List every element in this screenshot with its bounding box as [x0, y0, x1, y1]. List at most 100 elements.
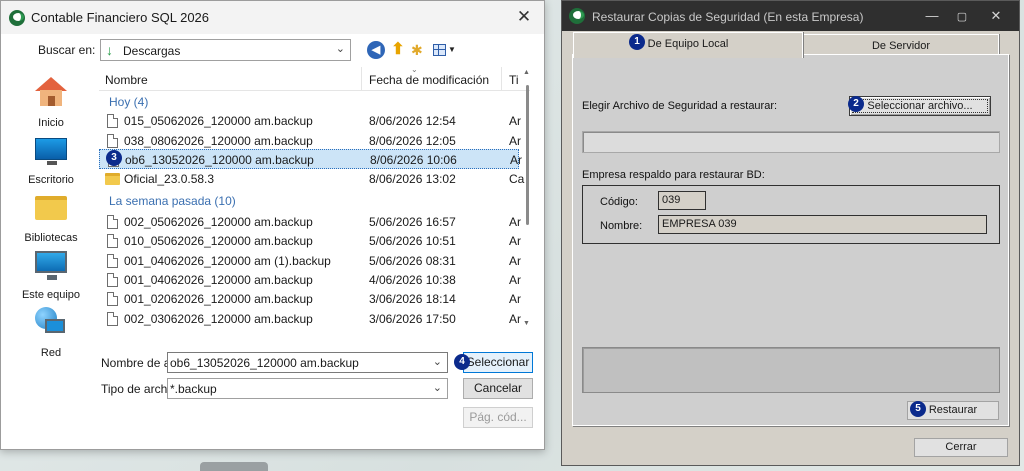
- file-date: 4/06/2026 10:38: [369, 273, 456, 287]
- file-row[interactable]: 001_02062026_120000 am.backup 3/06/2026 …: [99, 289, 521, 309]
- place-escritorio[interactable]: Escritorio: [9, 130, 93, 186]
- cancel-button[interactable]: Cancelar: [463, 378, 533, 399]
- file-date: 3/06/2026 18:14: [369, 292, 456, 306]
- close-icon[interactable]: ✕: [514, 7, 534, 27]
- step-badge-2: 2: [848, 96, 864, 112]
- file-row-selected[interactable]: ob6_13052026_120000 am.backup 8/06/2026 …: [99, 149, 522, 169]
- file-date: 8/06/2026 10:06: [370, 153, 457, 167]
- place-label: Escritorio: [28, 174, 74, 186]
- app-logo-icon: [569, 8, 585, 24]
- code-page-button[interactable]: Pág. cód...: [463, 407, 533, 428]
- view-grid-icon: [433, 44, 446, 56]
- close-icon[interactable]: ✕: [988, 8, 1004, 24]
- restore-dialog-title: Restaurar Copias de Seguridad (En esta E…: [592, 10, 864, 24]
- group-header-today[interactable]: Hoy (4): [109, 95, 148, 109]
- file-row[interactable]: 010_05062026_120000 am.backup 5/06/2026 …: [99, 231, 521, 251]
- vertical-scrollbar[interactable]: ▲ ▼: [523, 67, 531, 329]
- file-type: Ar: [509, 134, 521, 148]
- place-inicio[interactable]: Inicio: [9, 73, 93, 129]
- place-red[interactable]: Red: [9, 303, 93, 359]
- file-row[interactable]: 001_04062026_120000 am (1).backup 5/06/2…: [99, 251, 521, 271]
- select-file-button[interactable]: Seleccionar archivo...: [849, 96, 991, 116]
- filetype-label: Tipo de archivos:: [101, 382, 167, 396]
- file-type: Ar: [510, 153, 522, 167]
- file-type: Ar: [509, 254, 521, 268]
- file-row[interactable]: 002_05062026_120000 am.backup 5/06/2026 …: [99, 212, 521, 232]
- file-name: 002_03062026_120000 am.backup: [124, 312, 313, 326]
- file-name: 002_05062026_120000 am.backup: [124, 215, 313, 229]
- maximize-icon[interactable]: ▢: [954, 10, 970, 23]
- file-name: ob6_13052026_120000 am.backup: [125, 153, 314, 167]
- company-section-label: Empresa respaldo para restaurar BD:: [582, 169, 765, 181]
- new-folder-icon[interactable]: ✱: [411, 41, 429, 59]
- place-label: Red: [40, 347, 62, 359]
- look-in-value: Descargas: [123, 44, 181, 58]
- file-icon: [107, 234, 118, 248]
- restore-dialog: Restaurar Copias de Seguridad (En esta E…: [561, 0, 1020, 466]
- home-icon: [35, 77, 67, 107]
- file-date: 8/06/2026 12:05: [369, 134, 456, 148]
- column-header-date[interactable]: Fecha de modificación: [369, 73, 489, 87]
- file-open-dialog: Contable Financiero SQL 2026 ✕ Buscar en…: [0, 0, 545, 450]
- filename-value: ob6_13052026_120000 am.backup: [170, 356, 359, 370]
- code-label: Código:: [600, 196, 638, 208]
- file-type: Ar: [509, 114, 521, 128]
- file-name: 015_05062026_120000 am.backup: [124, 114, 313, 128]
- column-divider[interactable]: [361, 67, 362, 91]
- scrollbar-thumb[interactable]: [526, 85, 529, 225]
- file-date: 5/06/2026 16:57: [369, 215, 456, 229]
- scroll-down-icon[interactable]: ▼: [523, 320, 530, 327]
- file-list-header: Nombre ⌄ Fecha de modificación Ti: [99, 67, 530, 91]
- file-type: Ar: [509, 234, 521, 248]
- chevron-down-icon[interactable]: ⌄: [336, 42, 345, 55]
- up-folder-icon[interactable]: ⬆: [389, 41, 407, 59]
- chevron-down-icon[interactable]: ⌄: [433, 355, 442, 368]
- select-button[interactable]: Seleccionar: [463, 352, 533, 373]
- filename-input[interactable]: ob6_13052026_120000 am.backup ⌄: [167, 352, 448, 373]
- file-date: 5/06/2026 10:51: [369, 234, 456, 248]
- file-date: 8/06/2026 12:54: [369, 114, 456, 128]
- file-dialog-title: Contable Financiero SQL 2026: [31, 10, 210, 25]
- back-icon[interactable]: ◀: [367, 41, 385, 59]
- network-icon: [35, 307, 65, 335]
- tab-servidor[interactable]: De Servidor: [803, 34, 999, 56]
- file-date: 5/06/2026 08:31: [369, 254, 456, 268]
- look-in-combo[interactable]: ↓ Descargas ⌄: [100, 39, 351, 61]
- file-icon: [107, 254, 118, 268]
- minimize-icon[interactable]: —: [924, 8, 940, 23]
- step-badge-1: 1: [629, 34, 645, 50]
- view-menu-icon[interactable]: ▼: [433, 41, 459, 59]
- scroll-up-icon[interactable]: ▲: [523, 69, 530, 76]
- close-button[interactable]: Cerrar: [914, 438, 1008, 457]
- file-row[interactable]: 015_05062026_120000 am.backup 8/06/2026 …: [99, 111, 521, 131]
- place-label: Inicio: [38, 117, 64, 129]
- file-type: Ar: [509, 312, 521, 326]
- column-header-name[interactable]: Nombre: [105, 73, 148, 87]
- download-icon: ↓: [106, 42, 113, 58]
- chevron-down-icon[interactable]: ⌄: [433, 381, 442, 394]
- file-icon: [107, 134, 118, 148]
- folder-row[interactable]: Oficial_23.0.58.3 8/06/2026 13:02 Ca: [99, 169, 524, 189]
- library-folder-icon: [35, 196, 67, 220]
- look-in-label: Buscar en:: [38, 43, 96, 57]
- choose-file-label: Elegir Archivo de Seguridad a restaurar:: [582, 100, 778, 112]
- file-row[interactable]: 001_04062026_120000 am.backup 4/06/2026 …: [99, 270, 521, 290]
- column-header-type[interactable]: Ti: [509, 73, 519, 87]
- place-bibliotecas[interactable]: Bibliotecas: [9, 188, 93, 244]
- file-name: 001_04062026_120000 am.backup: [124, 273, 313, 287]
- file-name: 010_05062026_120000 am.backup: [124, 234, 313, 248]
- column-divider[interactable]: [501, 67, 502, 91]
- filetype-combo[interactable]: *.backup ⌄: [167, 378, 448, 399]
- file-row[interactable]: 038_08062026_120000 am.backup 8/06/2026 …: [99, 131, 521, 151]
- group-header-last-week[interactable]: La semana pasada (10): [109, 194, 236, 208]
- tab-equipo-local[interactable]: De Equipo Local: [573, 32, 803, 58]
- backup-path-field[interactable]: [582, 131, 1000, 153]
- app-logo-icon: [9, 10, 25, 26]
- place-label: Este equipo: [21, 289, 81, 301]
- name-field: EMPRESA 039: [658, 215, 987, 234]
- file-dialog-titlebar: Contable Financiero SQL 2026 ✕: [1, 1, 544, 34]
- places-bar: Inicio Escritorio Bibliotecas Este equip…: [9, 67, 93, 363]
- place-este-equipo[interactable]: Este equipo: [9, 245, 93, 301]
- taskbar-fragment: [200, 462, 268, 471]
- file-row[interactable]: 002_03062026_120000 am.backup 3/06/2026 …: [99, 309, 521, 329]
